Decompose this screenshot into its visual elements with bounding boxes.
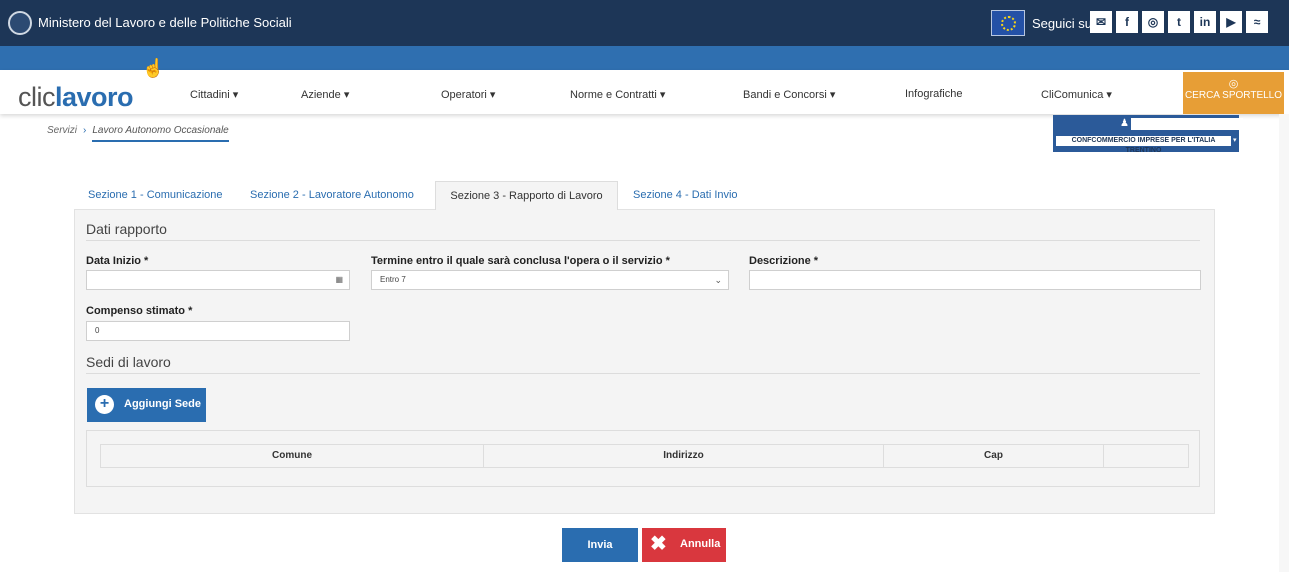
plus-circle-icon: + xyxy=(95,395,114,414)
blue-band xyxy=(0,46,1289,70)
termine-label: Termine entro il quale sarà conclusa l'o… xyxy=(371,255,670,267)
chevron-down-icon: ⌄ xyxy=(714,275,722,285)
user-menu[interactable]: ♟ CONFCOMMERCIO IMPRESE PER L'ITALIA TRE… xyxy=(1053,115,1243,154)
chevron-right-icon: › xyxy=(83,125,87,136)
table-header: Comune Indirizzo Cap xyxy=(100,444,1189,468)
republic-seal-icon xyxy=(8,11,32,35)
section-dati-rapporto: Dati rapporto xyxy=(86,221,167,237)
linkedin-icon[interactable]: in xyxy=(1194,11,1216,33)
nav-cittadini[interactable]: Cittadini ▾ xyxy=(190,88,238,101)
nav-operatori[interactable]: Operatori ▾ xyxy=(441,88,495,101)
column-cap[interactable]: Cap xyxy=(884,445,1104,467)
tab-sezione-4[interactable]: Sezione 4 - Dati Invio xyxy=(633,189,738,201)
twitter-icon[interactable]: t xyxy=(1168,11,1190,33)
ministry-title[interactable]: Ministero del Lavoro e delle Politiche S… xyxy=(38,15,292,30)
top-bar: Ministero del Lavoro e delle Politiche S… xyxy=(0,0,1289,46)
nav-bandi[interactable]: Bandi e Concorsi ▾ xyxy=(743,88,835,101)
aggiungi-sede-button[interactable]: + Aggiungi Sede xyxy=(87,388,206,422)
close-icon: ✖ xyxy=(650,533,667,555)
pointer-hand-icon: ☝ xyxy=(142,58,165,78)
youtube-icon[interactable]: ▶ xyxy=(1220,11,1242,33)
breadcrumb-current: Lavoro Autonomo Occasionale xyxy=(92,125,229,142)
page-scrollbar[interactable] xyxy=(1279,114,1289,572)
user-icon: ♟ xyxy=(1120,118,1129,129)
descrizione-input[interactable] xyxy=(749,270,1201,290)
nav-infografiche[interactable]: Infografiche xyxy=(905,88,962,100)
user-organization: CONFCOMMERCIO IMPRESE PER L'ITALIA TRENT… xyxy=(1056,136,1231,154)
section-sedi-lavoro: Sedi di lavoro xyxy=(86,354,171,370)
column-comune[interactable]: Comune xyxy=(101,445,484,467)
tab-sezione-3[interactable]: Sezione 3 - Rapporto di Lavoro xyxy=(435,181,618,210)
instagram-icon[interactable]: ◎ xyxy=(1142,11,1164,33)
compenso-input[interactable]: 0 xyxy=(86,321,350,341)
divider xyxy=(86,240,1200,241)
nav-clicomunica[interactable]: CliComunica ▾ xyxy=(1041,88,1112,101)
mail-icon[interactable]: ✉ xyxy=(1090,11,1112,33)
invia-button[interactable]: Invia xyxy=(562,528,638,562)
cerca-sportello-button[interactable]: ◎ CERCA SPORTELLO xyxy=(1183,72,1284,114)
termine-select[interactable]: Entro 7 ⌄ xyxy=(371,270,729,290)
column-indirizzo[interactable]: Indirizzo xyxy=(484,445,884,467)
data-inizio-input[interactable]: ▦ xyxy=(86,270,350,290)
chevron-down-icon: ▾ xyxy=(1233,137,1237,144)
compenso-label: Compenso stimato * xyxy=(86,305,193,317)
eu-flag-icon xyxy=(991,10,1025,36)
data-inizio-label: Data Inizio * xyxy=(86,255,149,267)
tab-sezione-1[interactable]: Sezione 1 - Comunicazione xyxy=(88,189,223,201)
tab-sezione-2[interactable]: Sezione 2 - Lavoratore Autonomo xyxy=(250,189,414,201)
rss-icon[interactable]: ≈ xyxy=(1246,11,1268,33)
user-name-redacted xyxy=(1131,118,1243,130)
nav-norme[interactable]: Norme e Contratti ▾ xyxy=(570,88,665,101)
divider xyxy=(86,373,1200,374)
follow-label: Seguici su: xyxy=(1032,16,1096,31)
facebook-icon[interactable]: f xyxy=(1116,11,1138,33)
descrizione-label: Descrizione * xyxy=(749,255,819,267)
breadcrumb: Servizi › Lavoro Autonomo Occasionale xyxy=(47,125,229,142)
calendar-icon[interactable]: ▦ xyxy=(335,271,343,289)
cliclavoro-logo[interactable]: cliclavoro xyxy=(18,82,134,113)
location-pin-icon: ◎ xyxy=(1228,78,1239,90)
breadcrumb-servizi[interactable]: Servizi xyxy=(47,125,77,136)
nav-aziende[interactable]: Aziende ▾ xyxy=(301,88,349,101)
annulla-button[interactable]: ✖ Annulla xyxy=(642,528,726,562)
sedi-table: Comune Indirizzo Cap xyxy=(86,430,1200,487)
